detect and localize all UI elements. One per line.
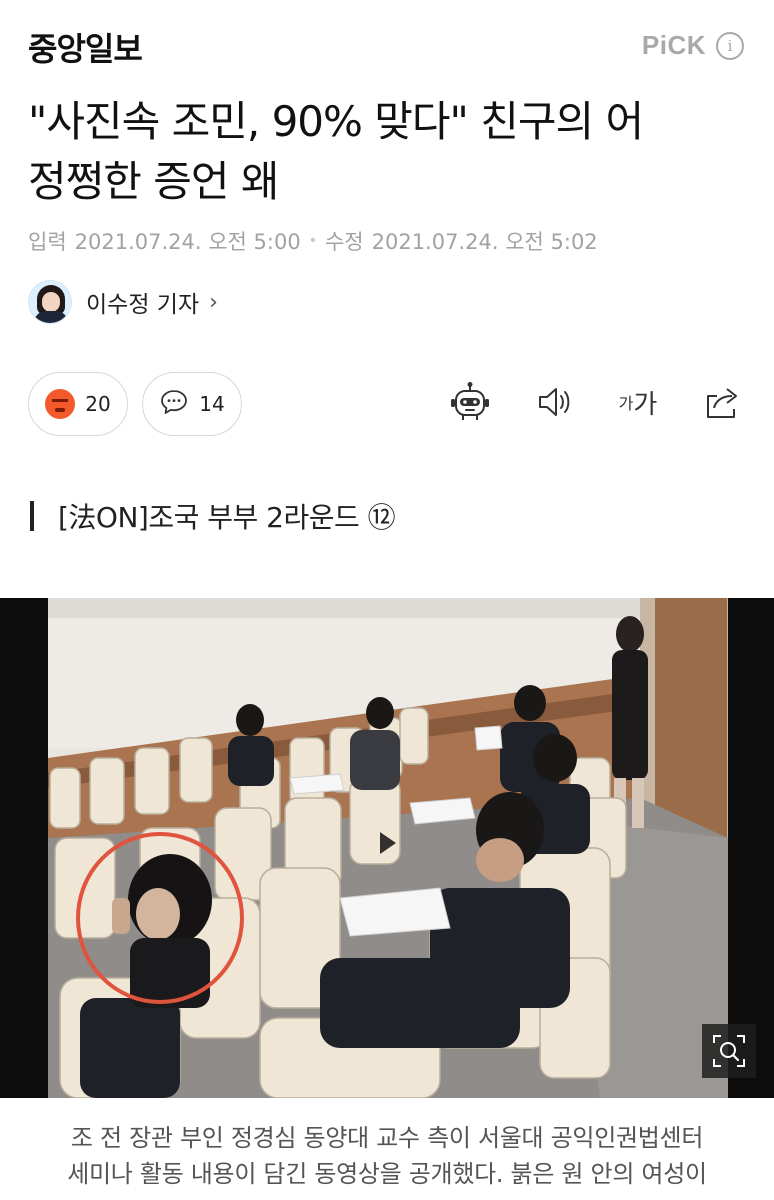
joongang-logo[interactable]: 중앙일보 (28, 24, 143, 70)
meta-separator: • (308, 233, 317, 249)
info-icon[interactable]: i (716, 31, 744, 60)
reporter-link[interactable]: 이수정 기자 › (28, 280, 218, 324)
reporter-name: 이수정 기자 (86, 292, 200, 318)
input-label: 입력 (28, 230, 67, 254)
series-divider (30, 501, 34, 531)
top-bar: 중앙일보 PiCK i (0, 0, 774, 90)
pick-badge[interactable]: PiCK i (642, 30, 744, 61)
comment-button[interactable]: 14 (142, 372, 242, 436)
headline-line-1: "사진속 조민, 90% 맞다" 친구의 어 (28, 97, 644, 146)
caption-line-1: 조 전 장관 부인 정경심 동양대 교수 측이 서울대 공익인권법센터 (70, 1124, 704, 1152)
headline-line-2: 정쩡한 증언 왜 (28, 157, 280, 206)
caption-line-2: 세미나 활동 내용이 담긴 동영상을 공개했다. 붉은 원 안의 여성이 (67, 1160, 707, 1188)
article-photo[interactable] (0, 598, 774, 1098)
reaction-button[interactable]: 20 (28, 372, 128, 436)
comment-count: 14 (199, 392, 225, 416)
robot-summary-icon[interactable] (448, 380, 492, 424)
series-banner[interactable]: [法ON]조국 부부 2라운드 ⑫ (30, 496, 396, 536)
pick-label: PiCK (641, 30, 706, 60)
reaction-count: 20 (85, 392, 111, 416)
article-timestamps: 입력 2021.07.24. 오전 5:00 • 수정 2021.07.24. … (28, 226, 598, 256)
article-headline: "사진속 조민, 90% 맞다" 친구의 어 정쩡한 증언 왜 (28, 92, 748, 212)
font-size-small: 가 (618, 394, 634, 413)
seminar-room-image (0, 598, 774, 1098)
reporter-avatar (28, 280, 72, 324)
modified-time: 2021.07.24. 오전 5:02 (371, 230, 598, 254)
series-title: [法ON]조국 부부 2라운드 ⑫ (58, 501, 396, 534)
share-icon[interactable] (700, 380, 744, 424)
chevron-right-icon: › (209, 289, 218, 315)
speaker-icon[interactable] (532, 380, 576, 424)
angry-face-icon (45, 389, 76, 419)
photo-caption: 조 전 장관 부인 정경심 동양대 교수 측이 서울대 공익인권법센터 세미나 … (0, 1120, 774, 1192)
input-time: 2021.07.24. 오전 5:00 (74, 230, 301, 254)
zoom-icon[interactable] (702, 1024, 756, 1078)
article-tools: 가가 (448, 380, 744, 424)
modified-label: 수정 (324, 230, 364, 254)
speech-bubble-icon (159, 387, 189, 421)
font-size-icon[interactable]: 가가 (616, 380, 660, 424)
font-size-large: 가 (633, 389, 658, 420)
